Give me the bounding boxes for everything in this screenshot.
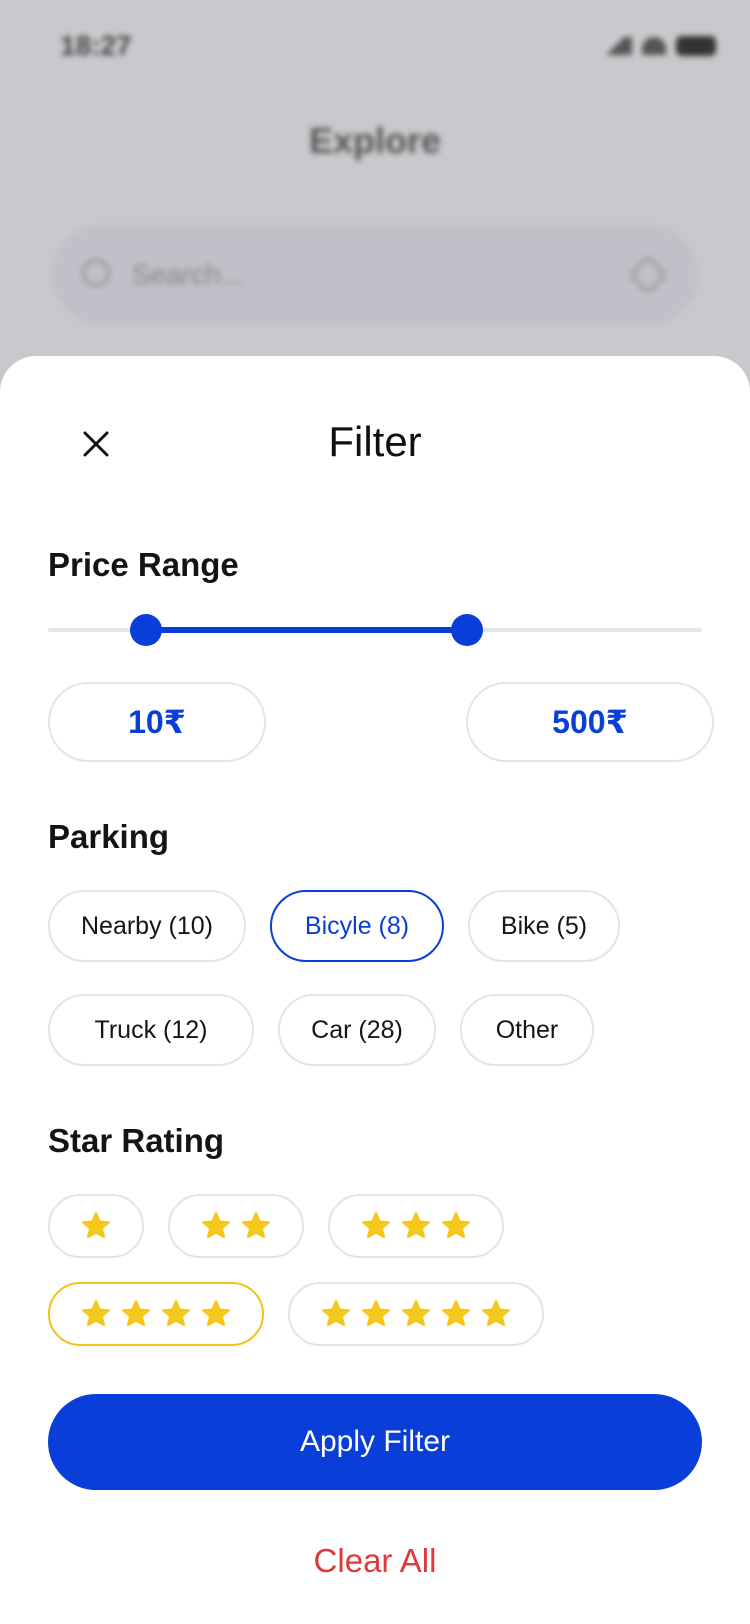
max-price-field[interactable]: 500₹ — [466, 682, 714, 762]
star-icon — [442, 1300, 470, 1327]
slider-selected-range — [146, 627, 467, 633]
star-icon — [202, 1300, 230, 1327]
status-time: 18:27 — [60, 30, 132, 61]
star-icon — [322, 1300, 350, 1327]
star-icon — [402, 1212, 430, 1239]
parking-chip-nearby[interactable]: Nearby (10) — [48, 890, 246, 962]
star-icon — [82, 1300, 110, 1327]
chip-label: Bicyle (8) — [304, 911, 410, 940]
star-icon — [82, 1212, 110, 1239]
battery-icon — [676, 36, 716, 56]
rating-chip-1-star[interactable] — [48, 1194, 144, 1258]
chip-label: Bike (5) — [500, 911, 588, 940]
parking-chip-bike[interactable]: Bike (5) — [468, 890, 620, 962]
slider-min-handle[interactable] — [130, 614, 163, 646]
star-icon — [362, 1212, 390, 1239]
parking-chip-car[interactable]: Car (28) — [278, 994, 436, 1066]
chip-label: Truck (12) — [94, 1015, 208, 1044]
chip-label: Car (28) — [311, 1015, 403, 1044]
signal-icon — [598, 37, 632, 55]
rating-chip-4-stars[interactable] — [48, 1282, 264, 1346]
filter-icon — [628, 255, 668, 295]
star-icon — [122, 1300, 150, 1327]
parking-title: Parking — [48, 818, 170, 855]
parking-chip-truck[interactable]: Truck (12) — [48, 994, 254, 1066]
star-icon — [402, 1300, 430, 1327]
filter-sheet: Filter Price Range 10₹ 500₹ Parking Near… — [0, 356, 750, 1624]
background-title: Explore — [308, 120, 442, 161]
star-icon — [162, 1300, 190, 1327]
rating-chip-5-stars[interactable] — [288, 1282, 544, 1346]
price-range-slider[interactable] — [48, 610, 702, 650]
rating-chip-2-stars[interactable] — [168, 1194, 304, 1258]
background-screen: 18:27 Explore Search... — [0, 0, 750, 400]
sheet-title: Filter — [328, 418, 422, 465]
min-price-field[interactable]: 10₹ — [48, 682, 266, 762]
search-icon — [82, 259, 110, 287]
rating-chip-3-stars[interactable] — [328, 1194, 504, 1258]
star-rating-title: Star Rating — [48, 1122, 225, 1159]
star-icon — [202, 1212, 230, 1239]
star-icon — [442, 1212, 470, 1239]
star-icon — [242, 1212, 270, 1239]
parking-chip-other[interactable]: Other — [460, 994, 594, 1066]
apply-filter-button[interactable]: Apply Filter — [48, 1394, 702, 1490]
background-search-bar: Search... — [52, 225, 698, 325]
star-icon — [362, 1300, 390, 1327]
parking-chip-bicyle[interactable]: Bicyle (8) — [270, 890, 444, 962]
slider-max-handle[interactable] — [450, 614, 483, 646]
price-range-title: Price Range — [48, 546, 239, 583]
star-icon — [482, 1300, 510, 1327]
chip-label: Nearby (10) — [81, 911, 213, 940]
wifi-icon — [642, 37, 666, 55]
status-icons — [598, 36, 716, 56]
search-placeholder: Search... — [132, 259, 245, 290]
clear-all-button[interactable]: Clear All — [0, 1542, 750, 1580]
chip-label: Other — [495, 1015, 559, 1044]
